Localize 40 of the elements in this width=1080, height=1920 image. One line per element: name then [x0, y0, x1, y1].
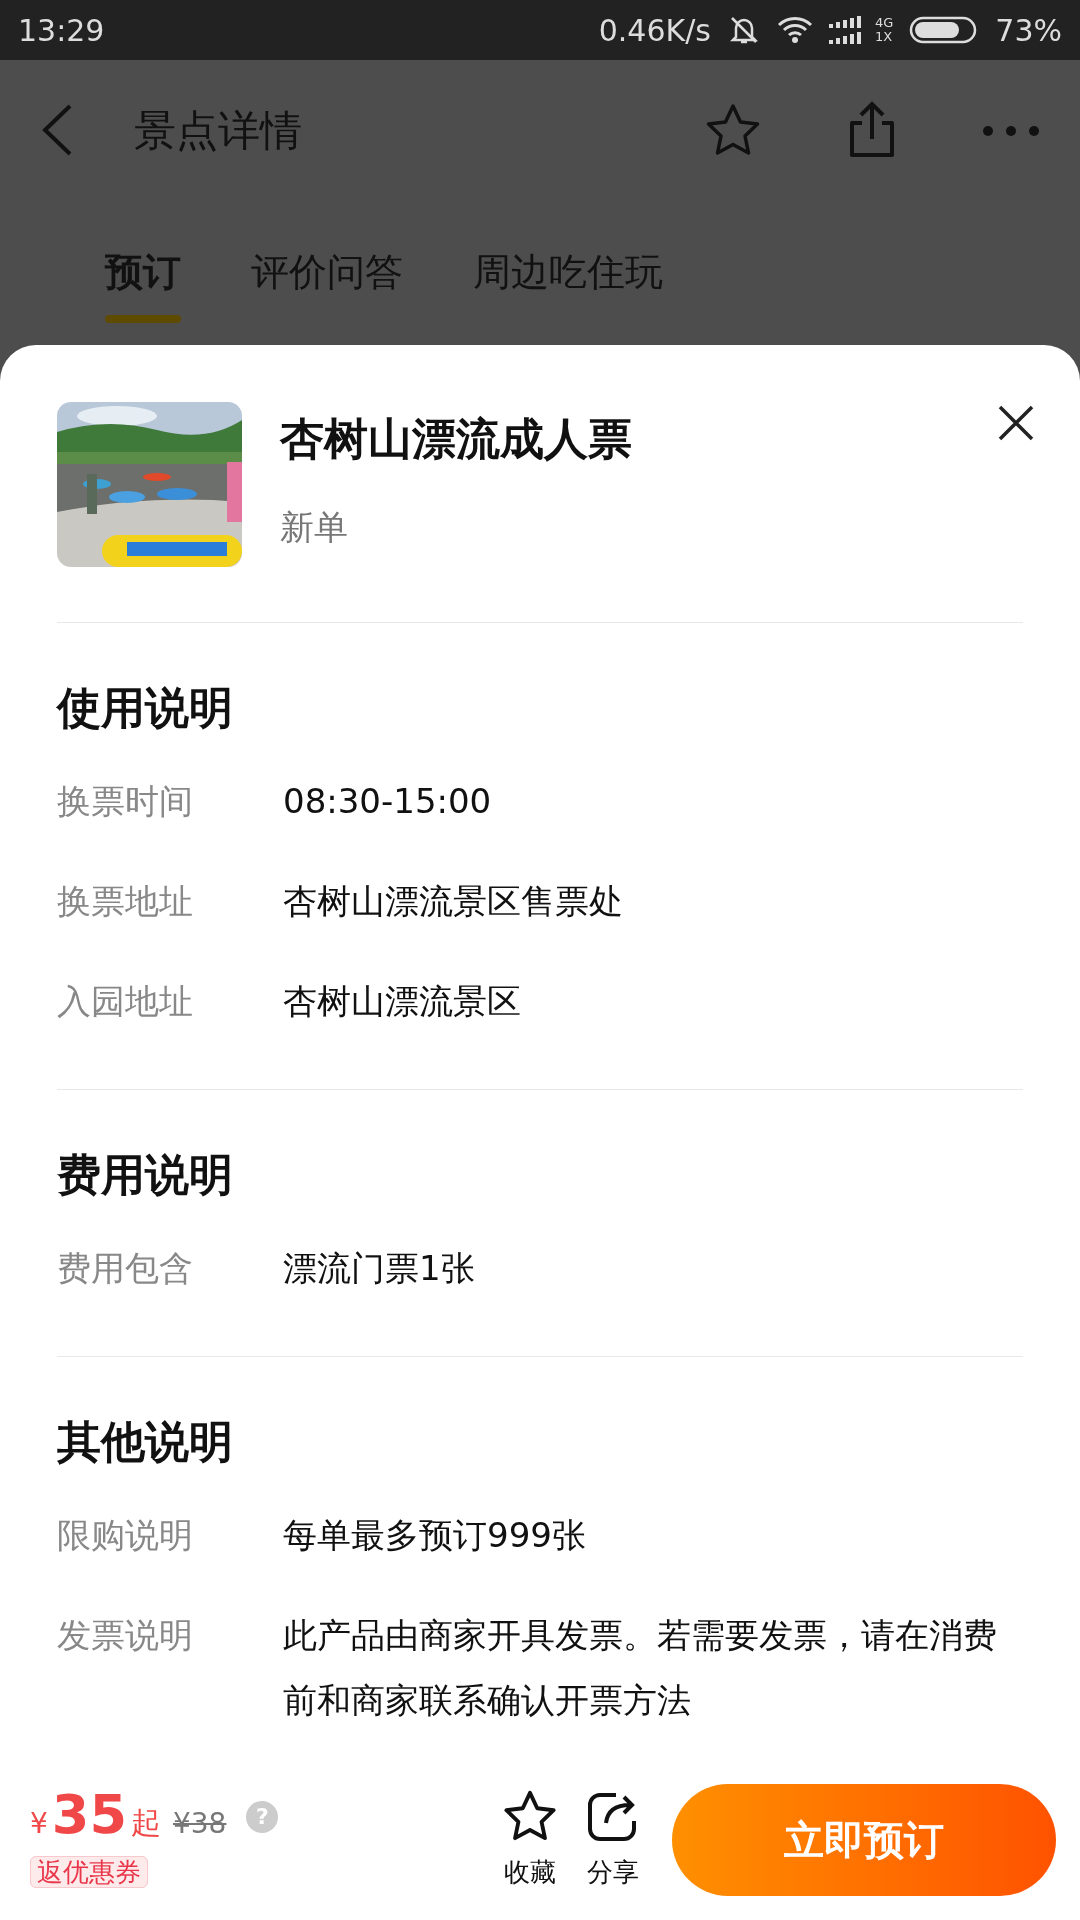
share-button[interactable]: 分享 [586, 1788, 640, 1892]
network-speed: 0.46K/s [598, 11, 711, 50]
price-suffix: 起 [131, 1804, 161, 1842]
info-value: 此产品由商家开具发票。若需要发票，请在消费前和商家联系确认开票方法 [283, 1614, 998, 1722]
coupon-tag: 返优惠券 [30, 1856, 148, 1888]
section-heading: 其他说明 [57, 1415, 234, 1469]
page-title: 景点详情 [134, 104, 302, 157]
info-label: 入园地址 [57, 980, 194, 1023]
tab[interactable]: 周边吃住玩 [473, 200, 663, 345]
info-value: 08:30-15:00 [283, 780, 492, 823]
close-icon[interactable] [997, 404, 1035, 442]
info-value: 杏树山漂流景区售票处 [283, 880, 623, 923]
wifi-icon [776, 16, 813, 44]
info-label: 发票说明 [57, 1614, 194, 1657]
section-heading: 费用说明 [57, 1148, 234, 1202]
help-icon[interactable]: ? [246, 1800, 279, 1833]
info-label: 换票地址 [57, 880, 194, 923]
product-subtitle: 新单 [280, 506, 349, 549]
tab[interactable]: 预订 [105, 200, 181, 345]
info-label: 费用包含 [57, 1247, 194, 1290]
favorite-button[interactable]: 收藏 [502, 1788, 558, 1892]
tab[interactable]: 评价问答 [251, 200, 403, 345]
info-label: 限购说明 [57, 1514, 194, 1557]
info-value: 漂流门票1张 [283, 1247, 475, 1290]
currency-symbol: ¥ [30, 1806, 48, 1842]
battery-percent: 73% [995, 11, 1062, 50]
network-type: 4G [874, 15, 894, 30]
original-price: ¥38 [173, 1806, 227, 1842]
network-type: 1X [874, 30, 894, 45]
info-value: 杏树山漂流景区 [283, 980, 521, 1023]
star-icon[interactable] [704, 102, 762, 158]
product-title: 杏树山漂流成人票 [280, 412, 632, 466]
price: 35 [51, 1788, 127, 1842]
section-heading: 使用说明 [57, 681, 234, 735]
book-now-button[interactable]: 立即预订 [672, 1784, 1056, 1896]
info-label: 换票时间 [57, 780, 194, 823]
star-icon [502, 1788, 558, 1843]
back-button[interactable] [40, 103, 74, 157]
info-value: 每单最多预订999张 [283, 1514, 586, 1557]
status-time: 13:29 [18, 11, 105, 50]
